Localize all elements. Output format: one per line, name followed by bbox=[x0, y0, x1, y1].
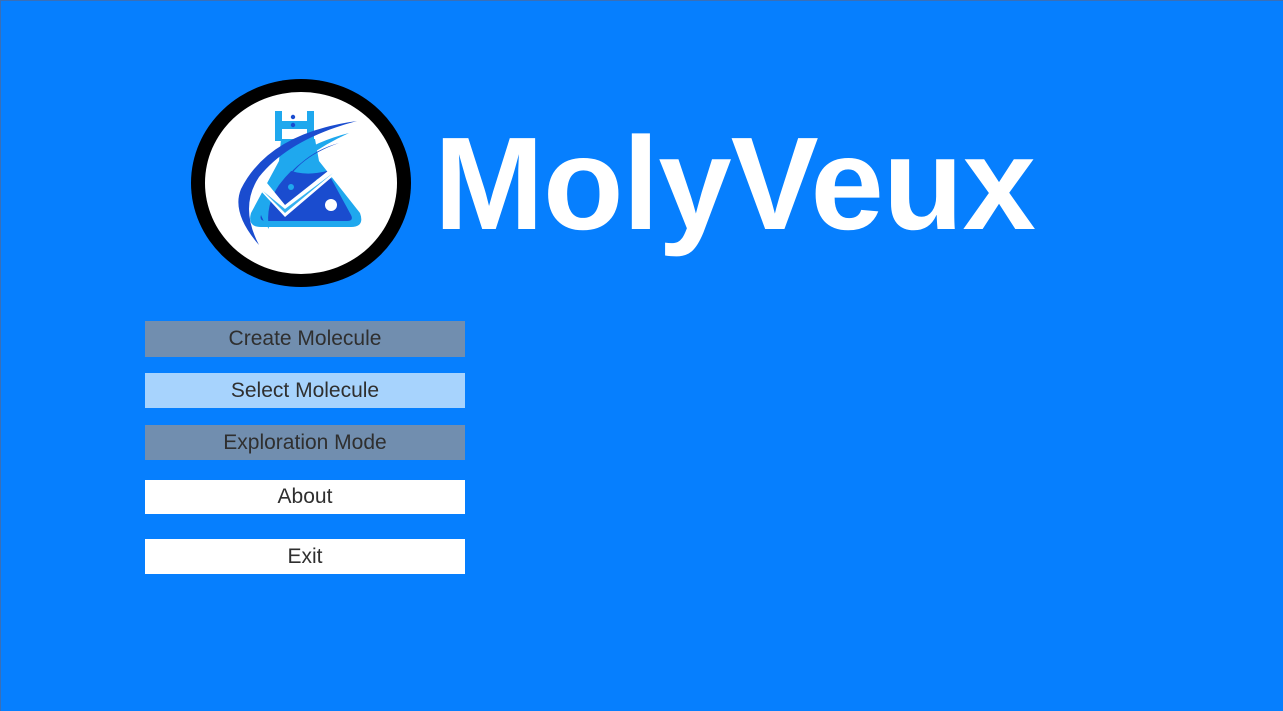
app-title: MolyVeux bbox=[434, 110, 1036, 257]
select-molecule-button[interactable]: Select Molecule bbox=[145, 373, 465, 408]
flask-check-logo-icon bbox=[189, 77, 413, 289]
window-top-border bbox=[0, 0, 1283, 1]
create-molecule-button[interactable]: Create Molecule bbox=[145, 321, 465, 357]
about-button[interactable]: About bbox=[145, 480, 465, 514]
window-left-border bbox=[0, 0, 1, 711]
exit-button[interactable]: Exit bbox=[145, 539, 465, 574]
exploration-mode-button[interactable]: Exploration Mode bbox=[145, 425, 465, 460]
